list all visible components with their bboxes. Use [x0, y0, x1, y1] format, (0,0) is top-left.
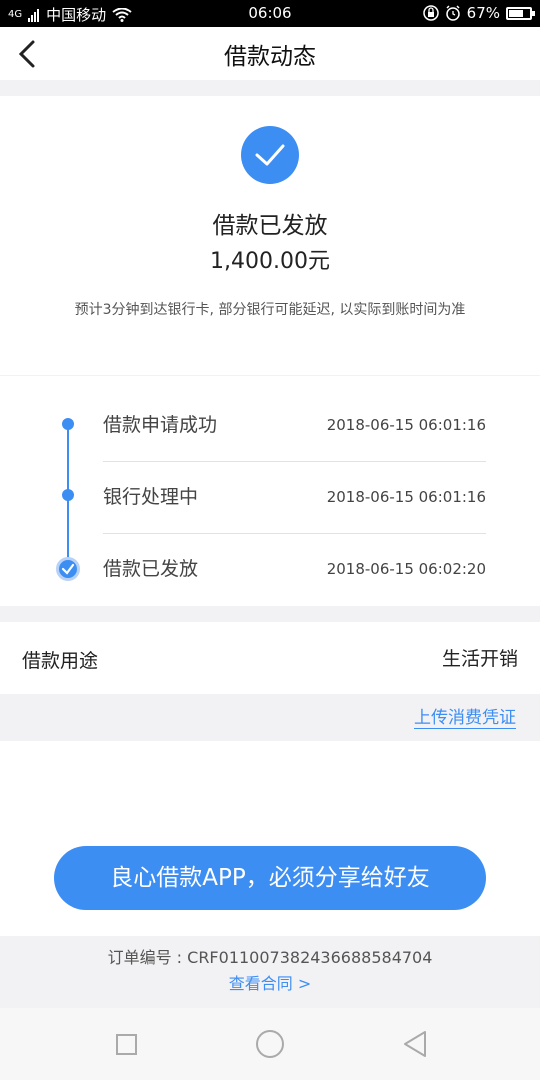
- step-time: 2018-06-15 06:01:16: [326, 416, 486, 434]
- step-time: 2018-06-15 06:02:20: [326, 560, 486, 578]
- home-icon[interactable]: [256, 1030, 284, 1058]
- system-back-icon[interactable]: [402, 1030, 428, 1058]
- step-name: 借款申请成功: [103, 414, 218, 436]
- upload-receipt-link[interactable]: 上传消费凭证: [414, 703, 516, 729]
- timeline-dot: [62, 489, 74, 501]
- timeline-step: 银行处理中 2018-06-15 06:01:16: [103, 462, 486, 534]
- nav-bar: 借款动态: [0, 27, 540, 80]
- loan-amount: 1,400.00元: [210, 249, 330, 274]
- page-title: 借款动态: [224, 44, 316, 70]
- battery-icon: [506, 6, 535, 20]
- timeline-step: 借款已发放 2018-06-15 06:02:20: [103, 534, 486, 606]
- recent-apps-icon[interactable]: [116, 1034, 137, 1055]
- step-name: 银行处理中: [103, 486, 199, 508]
- arrival-notice: 预计3分钟到达银行卡, 部分银行可能延迟, 以实际到账时间为准: [74, 302, 466, 318]
- result-card: 借款已发放 1,400.00元 预计3分钟到达银行卡, 部分银行可能延迟, 以实…: [0, 96, 540, 375]
- timeline-card: 借款申请成功 2018-06-15 06:01:16 银行处理中 2018-06…: [0, 376, 540, 606]
- status-right: 67%: [422, 4, 535, 22]
- timeline-check-icon: [56, 557, 80, 581]
- purpose-value: 生活开销: [441, 648, 518, 670]
- battery-percent: 67%: [466, 4, 500, 22]
- timeline-dot: [62, 418, 74, 430]
- status-bar: 4G 中国移动 06:06 67%: [0, 0, 540, 27]
- share-button[interactable]: 良心借款APP，必须分享给好友: [54, 846, 486, 910]
- view-contract-link[interactable]: 查看合同 >: [0, 970, 540, 994]
- purpose-label: 借款用途: [22, 650, 99, 672]
- lock-icon: [422, 5, 439, 21]
- loan-purpose-row: 借款用途 生活开销: [0, 622, 540, 694]
- step-time: 2018-06-15 06:01:16: [326, 488, 486, 506]
- timeline-step: 借款申请成功 2018-06-15 06:01:16: [103, 390, 486, 462]
- alarm-icon: [445, 5, 460, 21]
- system-nav-bar: [0, 1008, 540, 1080]
- step-name: 借款已发放: [103, 558, 199, 580]
- check-circle-icon: [241, 126, 299, 184]
- result-title: 借款已发放: [212, 213, 328, 239]
- order-number: 订单编号 : CRF011007382436688584704: [107, 948, 433, 967]
